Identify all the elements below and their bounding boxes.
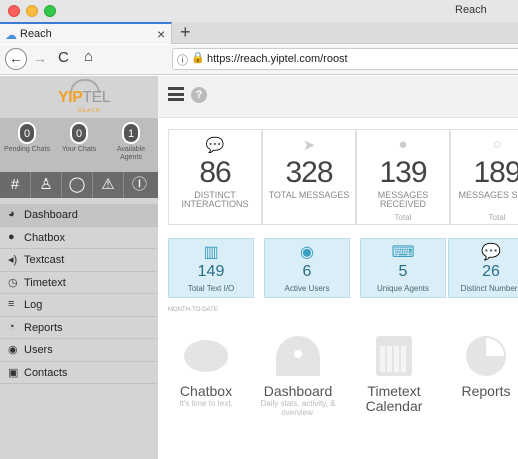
clock-icon: ◷ xyxy=(8,276,18,289)
info-icon[interactable]: ⓘ xyxy=(177,52,188,68)
sidebar-item-users[interactable]: ◉ Users xyxy=(0,339,158,362)
user-icon: ◉ xyxy=(8,344,18,356)
close-window-button[interactable] xyxy=(8,5,20,17)
tab-close-icon[interactable]: × xyxy=(157,26,165,42)
home-button[interactable]: ⌂ xyxy=(84,48,93,65)
calendar-icon xyxy=(376,336,412,376)
logo-subtitle: REACH xyxy=(78,108,101,114)
tab-label: Reach xyxy=(20,28,52,40)
user-circle-icon: ◉ xyxy=(300,244,314,261)
sidebar: YIPTEL REACH 0 Pending Chats 0 Your Chat… xyxy=(0,76,158,459)
shortcut-chatbox[interactable]: Chatbox It's time to text. xyxy=(166,334,246,408)
main-content: ? 💬 86 DISTINCT INTERACTIONS ➤ 328 TOTAL… xyxy=(158,76,518,459)
contacts-icon: ▣ xyxy=(8,366,19,379)
chat-bubbles-icon: 💬 xyxy=(205,137,225,154)
sidebar-icon-row: # ♙ ◯ ⚠ Ⓘ xyxy=(0,172,158,198)
chat-icon: ● xyxy=(8,230,15,243)
card-distinct-interactions: 💬 86 DISTINCT INTERACTIONS xyxy=(168,129,262,225)
card-messages-received: ● 139 MESSAGES RECEIVED Total xyxy=(356,129,450,225)
tab-reach[interactable]: ☁ Reach × xyxy=(0,22,172,44)
dashboard-icon: ◕ xyxy=(8,208,15,220)
pause-icon[interactable]: Ⓘ xyxy=(124,172,155,198)
card-total-text-io: ▥ 149 Total Text I/O xyxy=(168,238,254,298)
url-text[interactable]: https://reach.yiptel.com/roost xyxy=(207,53,348,65)
sidebar-menu: ◕ Dashboard ● Chatbox ◂) Textcast ◷ Time… xyxy=(0,204,158,384)
tab-bar: ☁ Reach × + xyxy=(0,22,518,44)
stat-available-agents[interactable]: 1 Available Agents xyxy=(106,122,156,162)
shortcut-timetext-calendar[interactable]: Timetext Calendar xyxy=(354,334,434,414)
sidebar-item-contacts[interactable]: ▣ Contacts xyxy=(0,362,158,384)
sidebar-stats: 0 Pending Chats 0 Your Chats 1 Available… xyxy=(0,118,158,172)
warning-icon[interactable]: ⚠ xyxy=(93,172,124,198)
card-unique-agents: ⌨ 5 Unique Agents xyxy=(360,238,446,298)
zoom-window-button[interactable] xyxy=(44,5,56,17)
stat-pending-chats[interactable]: 0 Pending Chats xyxy=(2,122,52,154)
forward-button[interactable]: → xyxy=(33,50,47,66)
card-distinct-numbers: 💬 26 Distinct Numbers xyxy=(448,238,518,298)
title-bar: Reach xyxy=(0,0,518,22)
sidebar-item-timetext[interactable]: ◷ Timetext xyxy=(0,272,158,294)
sidebar-item-dashboard[interactable]: ◕ Dashboard xyxy=(0,204,158,227)
broadcast-icon: ◂) xyxy=(8,254,18,266)
chat-dots-icon: 💬 xyxy=(481,244,501,261)
sidebar-item-chatbox[interactable]: ● Chatbox xyxy=(0,227,158,249)
shortcut-dashboard[interactable]: Dashboard Daily stats, activity, & overv… xyxy=(258,334,338,417)
pie-chart-icon xyxy=(466,336,506,376)
shortcut-reports[interactable]: Reports xyxy=(446,334,518,399)
logo[interactable]: YIPTEL REACH xyxy=(0,76,158,118)
browser-window: Reach ☁ Reach × + ← → C ⌂ ⓘ 🔒 https://re… xyxy=(0,0,518,459)
sidebar-item-reports[interactable]: ◔ Reports xyxy=(0,317,158,339)
hamburger-menu-icon[interactable] xyxy=(168,87,184,101)
sidebar-item-log[interactable]: ≡ Log xyxy=(0,294,158,317)
user-icon[interactable]: ♙ xyxy=(31,172,62,198)
help-icon[interactable]: ? xyxy=(191,87,207,103)
speech-bubble-outline-icon: ○ xyxy=(492,136,502,153)
back-button[interactable]: ← xyxy=(5,48,27,70)
logo-text: YIPTEL xyxy=(58,89,111,106)
list-icon: ≡ xyxy=(8,298,15,310)
address-bar[interactable]: ⓘ 🔒 https://reach.yiptel.com/roost xyxy=(172,48,518,70)
hash-icon[interactable]: # xyxy=(0,172,31,198)
chat-bubble-icon xyxy=(184,340,228,372)
gauge-icon xyxy=(276,336,320,376)
navigation-bar: ← → C ⌂ ⓘ 🔒 https://reach.yiptel.com/roo… xyxy=(0,45,518,75)
speech-bubble-icon[interactable]: ◯ xyxy=(62,172,93,198)
minimize-window-button[interactable] xyxy=(26,5,38,17)
speech-bubble-icon: ● xyxy=(398,136,408,153)
month-to-date-label: MONTH-TO-DATE xyxy=(168,307,218,313)
pie-icon: ◔ xyxy=(8,320,15,333)
sidebar-item-textcast[interactable]: ◂) Textcast xyxy=(0,249,158,272)
stat-your-chats[interactable]: 0 Your Chats xyxy=(54,122,104,154)
card-active-users: ◉ 6 Active Users xyxy=(264,238,350,298)
card-messages-sent: ○ 189 MESSAGES SENT Total xyxy=(450,129,518,225)
map-icon: ▥ xyxy=(203,244,219,261)
new-tab-button[interactable]: + xyxy=(180,22,191,43)
window-title: Reach xyxy=(455,4,487,16)
card-total-messages: ➤ 328 TOTAL MESSAGES xyxy=(262,129,356,225)
cloud-icon: ☁ xyxy=(5,28,17,42)
reload-button[interactable]: C xyxy=(58,49,69,66)
lock-icon: 🔒 xyxy=(191,52,205,64)
paper-plane-icon: ➤ xyxy=(302,137,316,154)
keyboard-icon: ⌨ xyxy=(391,244,415,261)
main-topbar: ? xyxy=(158,76,518,118)
